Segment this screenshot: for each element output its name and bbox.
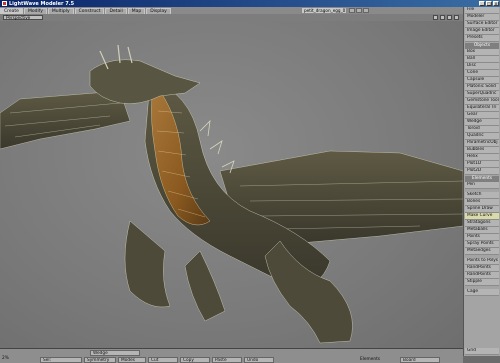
grid-readout: Grid [465,348,499,355]
maximize-viewport-icon[interactable] [454,15,459,20]
viewport-header: Perspective [0,14,463,21]
zoom-icon[interactable] [447,15,452,20]
maximize-button[interactable]: □ [486,1,492,6]
board-dropdown[interactable]: Board [400,357,440,363]
tool-gemstone[interactable]: Gemstone Tool [465,98,499,105]
minimize-button[interactable]: _ [479,1,485,6]
tool-cone[interactable]: Cone [465,70,499,77]
tool-metaedges[interactable]: Metaedges [465,248,499,255]
elements-label: Elements [360,357,381,362]
tool-spline-draw[interactable]: Spline Draw [465,206,499,213]
tool-sidebar: File Modeler Surface Editor Image Editor… [463,7,500,356]
sel-button[interactable]: Sel: [40,357,82,363]
tool-disc[interactable]: Disc [465,63,499,70]
window-title: LightWave Modeler 7.5 [9,0,75,7]
tool-cage[interactable]: Cage [465,289,499,296]
menu-image-editor[interactable]: Image Editor [465,28,499,35]
tool-plot1d[interactable]: Plot1D [465,161,499,168]
undo-button[interactable]: Undo [244,357,274,363]
tool-points[interactable]: Points [465,234,499,241]
rotate-icon[interactable] [440,15,445,20]
tool-sketch[interactable]: Sketch [465,192,499,199]
tool-metaballs[interactable]: Metaballs [465,227,499,234]
layer-name-field[interactable]: petit_dragon_egg_010... [301,7,347,14]
pan-icon[interactable] [433,15,438,20]
active-tool-field[interactable]: Wedge [90,350,140,356]
tool-stipple[interactable]: Stipple [465,279,499,286]
tool-randpoints[interactable]: RandPoints [465,265,499,272]
layer-button[interactable] [356,8,362,13]
tool-platonic-solid[interactable]: Platonic Solid [465,84,499,91]
tool-ball[interactable]: Ball [465,56,499,63]
tool-parametric-obj[interactable]: ParametricObj [465,140,499,147]
tool-superquadric[interactable]: SuperQuadric [465,91,499,98]
layer-button[interactable] [349,8,355,13]
window-controls: _ □ x [479,1,499,6]
menu-file[interactable]: File [465,7,499,14]
tool-bubbles[interactable]: Bubbles [465,147,499,154]
tool-equilateral-tri[interactable]: Equilateral Tri [465,105,499,112]
tool-plot2d[interactable]: Plot2D [465,168,499,175]
mid-leg [184,250,226,322]
tool-stratagons[interactable]: Stratagons [465,220,499,227]
menu-presets[interactable]: Presets [465,35,499,42]
dragon-model [0,44,463,344]
close-button[interactable]: x [493,1,499,6]
bottom-toolbar: Wedge 2% Sel: Symmetry Modes Cut Copy Pa… [0,348,463,363]
viewport-controls [433,15,459,20]
front-leg [124,220,171,308]
app-icon [2,1,7,6]
copy-button[interactable]: Copy [180,357,210,363]
tool-helix[interactable]: Helix [465,154,499,161]
layer-button[interactable] [363,8,369,13]
paste-button[interactable]: Paste [212,357,242,363]
tool-wedge[interactable]: Wedge [465,119,499,126]
tool-points-to-polys[interactable]: Points to Polys [465,258,499,265]
tool-toroid[interactable]: Toroid [465,126,499,133]
tool-spray-points[interactable]: Spray Points [465,241,499,248]
menu-surface-editor[interactable]: Surface Editor [465,21,499,28]
menu-modeler[interactable]: Modeler [465,14,499,21]
percent-readout: 2% [2,356,9,361]
cut-button[interactable]: Cut [148,357,178,363]
symmetry-button[interactable]: Symmetry [84,357,116,363]
tool-bones[interactable]: Bones [465,199,499,206]
modes-button[interactable]: Modes [118,357,146,363]
tool-pen[interactable]: Pen [465,182,499,189]
tab-bar: Create Modify Multiply Construct Detail … [0,7,463,14]
tool-box[interactable]: Box [465,49,499,56]
tool-quadric[interactable]: Quadric [465,133,499,140]
tool-make-curve[interactable]: Make Curve [465,213,499,220]
title-bar: LightWave Modeler 7.5 _ □ x [0,0,500,7]
tool-gear[interactable]: Gear [465,112,499,119]
perspective-viewport[interactable] [0,21,463,348]
tool-capsule[interactable]: Capsule [465,77,499,84]
tool-randpoints-2[interactable]: RandPoints [465,272,499,279]
view-mode-dropdown[interactable]: Perspective [3,15,43,20]
layer-selector [349,8,369,13]
